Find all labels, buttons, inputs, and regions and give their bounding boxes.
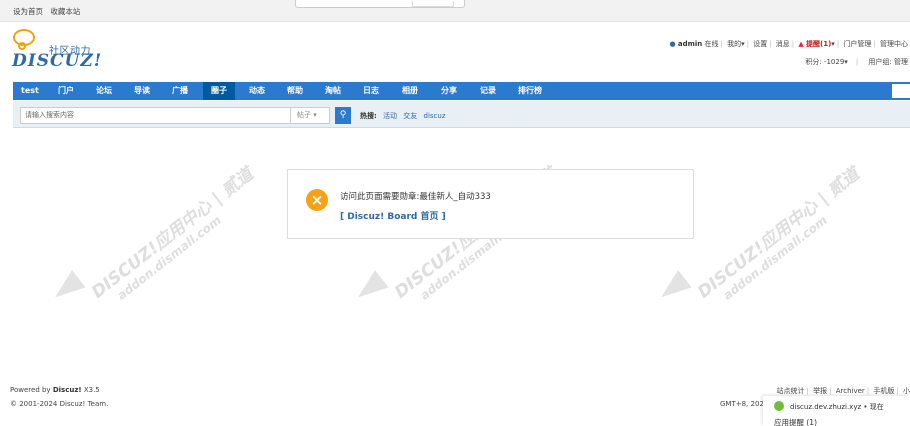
- user-bar: ● admin 在线 | 我的▾ | 设置 | 消息 | ▲ 提醒(1)▾ | 门户管理 |…: [669, 40, 909, 48]
- logo-text[interactable]: DISCUZ!: [12, 51, 102, 71]
- main-nav: test 门户 论坛 导读 广播 圈子 动态 帮助 淘帖 日志 相册 分享 记录…: [13, 82, 910, 100]
- search-input[interactable]: 请输入搜索内容: [20, 107, 299, 124]
- remind-link[interactable]: 提醒(1): [806, 40, 831, 48]
- credits-menu[interactable]: 积分: -1029: [805, 58, 844, 66]
- search-button[interactable]: ⚲: [335, 107, 351, 124]
- online-status[interactable]: 在线: [705, 40, 719, 48]
- watermark-arrow-icon: [48, 270, 86, 306]
- nav-item-circle[interactable]: 圈子: [203, 82, 235, 100]
- watermark: DISCUZ!应用中心 | 贰道 addon.dismall.com: [691, 160, 872, 313]
- board-home-link[interactable]: [ Discuz! Board 首页 ]: [340, 209, 446, 222]
- nav-item-blog[interactable]: 日志: [355, 82, 387, 100]
- messages-link[interactable]: 消息: [776, 40, 790, 48]
- watermark-line2: addon.dismall.com: [114, 212, 224, 303]
- footer-link-mobile[interactable]: 手机版: [873, 387, 894, 395]
- search-bar: 请输入搜索内容 帖子 ▾ ⚲ 热搜: 活动 交友 discuz: [13, 101, 910, 128]
- nav-item-feed[interactable]: 动态: [241, 82, 273, 100]
- bell-icon: ▲: [798, 40, 804, 48]
- version: X3.5: [83, 386, 100, 394]
- username-link[interactable]: admin: [678, 40, 702, 48]
- watermark-arrow-icon: [351, 270, 389, 306]
- hot-label: 热搜:: [360, 112, 377, 120]
- watermark-line2: addon.dismall.com: [720, 212, 830, 303]
- search-icon: ⚲: [339, 110, 347, 120]
- notification-title: 应用提醒 (1): [774, 418, 818, 426]
- footer-link-more[interactable]: 小: [903, 387, 910, 395]
- powered-brand-link[interactable]: Discuz!: [53, 386, 82, 394]
- nav-item-album[interactable]: 相册: [394, 82, 426, 100]
- notification-host-text: discuz.dev.zhuzi.xyz: [790, 403, 862, 411]
- popup-fragment: [295, 0, 465, 8]
- admin-center-link[interactable]: 管理中心: [880, 40, 908, 48]
- nav-item-help[interactable]: 帮助: [279, 82, 311, 100]
- message-text: 访问此页面需要勋章:最佳新人_自动333: [340, 192, 491, 202]
- notification-app-icon: [774, 401, 784, 411]
- hot-item-discuz[interactable]: discuz: [424, 112, 446, 120]
- watermark-arrow-icon: [654, 270, 692, 306]
- logo-bubble-icon: [13, 29, 35, 50]
- powered-by: Powered by Discuz! X3.5: [10, 386, 100, 394]
- nav-item-portal[interactable]: 门户: [50, 82, 82, 100]
- hot-item-friends[interactable]: 交友: [403, 112, 417, 120]
- portal-admin-link[interactable]: 门户管理: [843, 40, 871, 48]
- search-type-label: 帖子: [297, 111, 311, 119]
- timezone: GMT+8, 202: [720, 400, 764, 408]
- nav-item-record[interactable]: 记录: [472, 82, 504, 100]
- mine-menu[interactable]: 我的: [727, 40, 741, 48]
- copyright: © 2001-2024 Discuz! Team.: [10, 400, 109, 408]
- notification-popup[interactable]: discuz.dev.zhuzi.xyz • 现在 应用提醒 (1): [763, 396, 910, 426]
- bookmark-link[interactable]: 收藏本站: [50, 7, 80, 16]
- credit-bar: 积分: -1029▾ | 用户组: 管理: [805, 58, 908, 66]
- nav-item-collection[interactable]: 淘帖: [317, 82, 349, 100]
- nav-item-test[interactable]: test: [13, 82, 47, 100]
- usergroup-link[interactable]: 用户组: 管理: [868, 58, 908, 66]
- nav-quick-menu[interactable]: [892, 84, 910, 98]
- user-icon: ●: [669, 40, 676, 48]
- watermark-line1: DISCUZ!应用中心 | 贰道: [88, 164, 258, 303]
- watermark: DISCUZ!应用中心 | 贰道 addon.dismall.com: [85, 160, 266, 313]
- message-box: × 访问此页面需要勋章:最佳新人_自动333 [ Discuz! Board 首…: [287, 169, 694, 239]
- footer-link-archiver[interactable]: Archiver: [836, 387, 865, 395]
- top-links: 设为首页 收藏本站: [13, 6, 85, 17]
- footer-link-report[interactable]: 举报: [813, 387, 827, 395]
- set-home-link[interactable]: 设为首页: [13, 7, 43, 16]
- error-icon: ×: [306, 189, 328, 211]
- footer-links: 站点统计 | 举报 | Archiver | 手机版 | 小: [776, 387, 910, 395]
- nav-item-share[interactable]: 分享: [433, 82, 465, 100]
- powered-prefix: Powered by: [10, 386, 51, 394]
- nav-item-guide[interactable]: 导读: [126, 82, 158, 100]
- hot-searches: 热搜: 活动 交友 discuz: [360, 111, 446, 121]
- nav-item-forum[interactable]: 论坛: [88, 82, 120, 100]
- nav-item-ranking[interactable]: 排行榜: [510, 82, 550, 100]
- notification-host: discuz.dev.zhuzi.xyz • 现在: [790, 403, 884, 411]
- notification-time: 现在: [869, 403, 884, 411]
- footer-link-stats[interactable]: 站点统计: [777, 387, 805, 395]
- nav-item-broadcast[interactable]: 广播: [164, 82, 196, 100]
- watermark-line1: DISCUZ!应用中心 | 贰道: [694, 164, 864, 303]
- settings-link[interactable]: 设置: [753, 40, 767, 48]
- search-type-select[interactable]: 帖子 ▾: [290, 107, 330, 124]
- hot-item-activity[interactable]: 活动: [383, 112, 397, 120]
